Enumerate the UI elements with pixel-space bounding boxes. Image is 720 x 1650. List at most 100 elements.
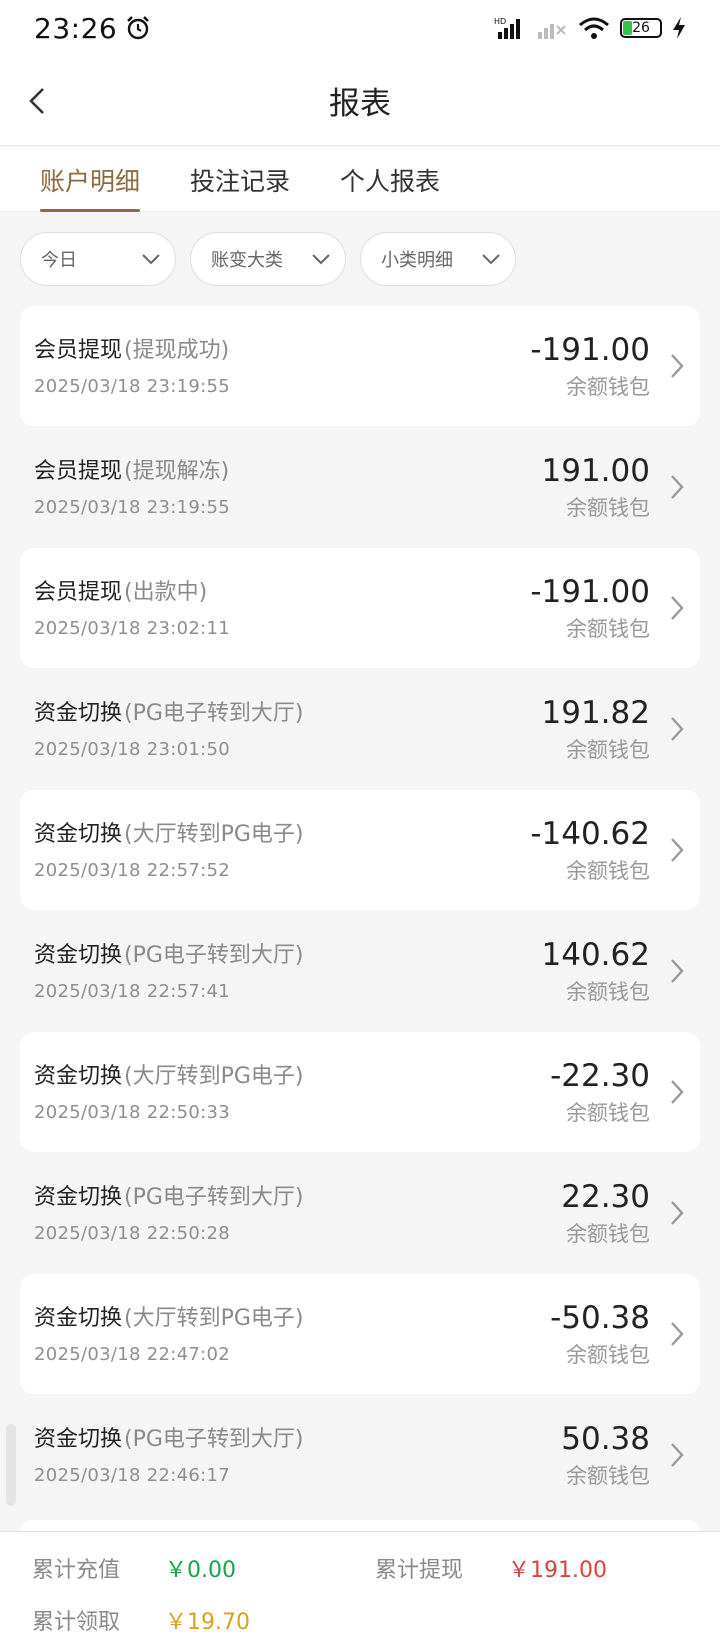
record-amount: 22.30 <box>561 1179 650 1215</box>
record-subtype: (出款中) <box>124 579 208 605</box>
signal-hd-icon: HD <box>494 17 520 39</box>
page-title: 报表 <box>329 86 391 122</box>
filter-subcategory-label: 小类明细 <box>381 250 453 271</box>
record-date: 2025/03/18 23:19:55 <box>34 496 231 518</box>
record-type: 会员提现 <box>34 337 123 363</box>
nav-bar: 报表 <box>0 56 720 146</box>
record-date: 2025/03/18 22:57:52 <box>34 859 231 881</box>
battery-level: 26 <box>632 20 650 36</box>
record-wallet: 余额钱包 <box>566 617 650 641</box>
record-subtype: (提现解冻) <box>124 458 230 484</box>
svg-text:HD: HD <box>494 17 506 26</box>
record-type: 会员提现 <box>34 579 123 605</box>
signal-weak-icon <box>538 24 566 39</box>
list-item[interactable]: 会员提现(提现解冻) 2025/03/18 23:19:55 191.00 余额… <box>20 427 700 547</box>
record-amount: 50.38 <box>561 1421 650 1457</box>
total-withdraw-value: ￥191.00 <box>508 1558 607 1583</box>
record-type: 资金切换 <box>34 700 123 726</box>
record-date: 2025/03/18 22:46:17 <box>34 1464 231 1486</box>
record-type: 资金切换 <box>34 1063 123 1089</box>
record-date: 2025/03/18 22:57:41 <box>34 980 231 1002</box>
record-subtype: (大厅转到PG电子) <box>124 1063 304 1089</box>
record-type: 资金切换 <box>34 1184 123 1210</box>
record-type: 资金切换 <box>34 1305 123 1331</box>
chevron-right-icon <box>671 1443 684 1467</box>
total-withdraw-label: 累计提现 <box>375 1558 464 1583</box>
record-subtype: (大厅转到PG电子) <box>124 821 304 847</box>
chevron-right-icon <box>671 475 684 499</box>
scrollbar-thumb[interactable] <box>6 1424 16 1506</box>
chevron-right-icon <box>671 1080 684 1104</box>
status-bar: 23:26 HD 26 <box>0 0 720 56</box>
tab-bet-records[interactable]: 投注记录 <box>190 147 290 212</box>
record-amount: 140.62 <box>541 937 650 973</box>
record-amount: -50.38 <box>550 1300 650 1336</box>
record-wallet: 余额钱包 <box>566 1343 650 1367</box>
list-item[interactable]: 资金切换(大厅转到PG电子) 2025/03/18 22:47:02 -50.3… <box>20 1274 700 1394</box>
record-subtype: (提现成功) <box>124 337 230 363</box>
record-wallet: 余额钱包 <box>566 1101 650 1125</box>
tab-personal-report[interactable]: 个人报表 <box>340 147 440 212</box>
record-list: 会员提现(提现成功) 2025/03/18 23:19:55 -191.00 余… <box>20 306 700 1516</box>
record-wallet: 余额钱包 <box>566 859 650 883</box>
record-type: 资金切换 <box>34 821 123 847</box>
total-deposit-label: 累计充值 <box>32 1558 121 1583</box>
record-subtype: (PG电子转到大厅) <box>124 700 304 726</box>
list-item[interactable]: 资金切换(PG电子转到大厅) 2025/03/18 22:57:41 140.6… <box>20 911 700 1031</box>
list-item[interactable]: 会员提现(出款中) 2025/03/18 23:02:11 -191.00 余额… <box>20 548 700 668</box>
list-item[interactable]: 资金切换(PG电子转到大厅) 2025/03/18 22:50:28 22.30… <box>20 1153 700 1273</box>
chevron-right-icon <box>671 959 684 983</box>
record-amount: 191.82 <box>541 695 650 731</box>
record-type: 资金切换 <box>34 942 123 968</box>
record-wallet: 余额钱包 <box>566 375 650 399</box>
wifi-icon <box>579 17 609 39</box>
list-item[interactable]: 会员提现(提现成功) 2025/03/18 23:19:55 -191.00 余… <box>20 306 700 426</box>
chevron-right-icon <box>671 1322 684 1346</box>
status-time: 23:26 <box>34 11 118 45</box>
record-amount: -191.00 <box>530 574 650 610</box>
total-deposit-value: ￥0.00 <box>165 1558 236 1583</box>
record-wallet: 余额钱包 <box>566 1222 650 1246</box>
chevron-down-icon <box>142 254 160 265</box>
list-item[interactable]: 资金切换(PG电子转到大厅) 2025/03/18 23:01:50 191.8… <box>20 669 700 789</box>
record-amount: -22.30 <box>550 1058 650 1094</box>
record-type: 资金切换 <box>34 1426 123 1452</box>
record-wallet: 余额钱包 <box>566 1464 650 1488</box>
record-date: 2025/03/18 23:19:55 <box>34 375 231 397</box>
record-date: 2025/03/18 22:50:28 <box>34 1222 231 1244</box>
list-item[interactable]: 资金切换(PG电子转到大厅) 2025/03/18 22:46:17 50.38… <box>20 1395 700 1515</box>
record-type: 会员提现 <box>34 458 123 484</box>
record-wallet: 余额钱包 <box>566 980 650 1004</box>
record-wallet: 余额钱包 <box>566 738 650 762</box>
record-wallet: 余额钱包 <box>566 496 650 520</box>
record-subtype: (PG电子转到大厅) <box>124 1184 304 1210</box>
total-claim-label: 累计领取 <box>32 1610 121 1635</box>
record-date: 2025/03/18 22:50:33 <box>34 1101 231 1123</box>
filter-date-label: 今日 <box>41 250 77 271</box>
record-amount: 191.00 <box>541 453 650 489</box>
back-button[interactable] <box>14 78 60 124</box>
record-subtype: (PG电子转到大厅) <box>124 1426 304 1452</box>
chevron-right-icon <box>671 717 684 741</box>
filter-category[interactable]: 账变大类 <box>190 232 346 286</box>
chevron-right-icon <box>671 596 684 620</box>
list-item[interactable]: 资金切换(大厅转到PG电子) 2025/03/18 22:57:52 -140.… <box>20 790 700 910</box>
record-subtype: (大厅转到PG电子) <box>124 1305 304 1331</box>
filter-date[interactable]: 今日 <box>20 232 176 286</box>
tab-bar: 账户明细 投注记录 个人报表 <box>0 147 720 212</box>
tab-account-details[interactable]: 账户明细 <box>40 147 141 212</box>
charging-icon <box>673 17 685 39</box>
record-date: 2025/03/18 22:47:02 <box>34 1343 231 1365</box>
record-amount: -140.62 <box>530 816 650 852</box>
chevron-left-icon <box>29 88 44 114</box>
record-date: 2025/03/18 23:02:11 <box>34 617 231 639</box>
filter-bar: 今日 账变大类 小类明细 <box>20 232 516 286</box>
record-subtype: (PG电子转到大厅) <box>124 942 304 968</box>
battery-icon: 26 <box>620 18 662 38</box>
filter-subcategory[interactable]: 小类明细 <box>360 232 516 286</box>
list-item[interactable]: 资金切换(大厅转到PG电子) 2025/03/18 22:50:33 -22.3… <box>20 1032 700 1152</box>
alarm-icon <box>127 16 150 40</box>
summary-panel: 累计充值 ￥0.00 累计提现 ￥191.00 累计领取 ￥19.70 <box>0 1531 720 1650</box>
total-claim-value: ￥19.70 <box>165 1610 250 1635</box>
chevron-down-icon <box>312 254 330 265</box>
